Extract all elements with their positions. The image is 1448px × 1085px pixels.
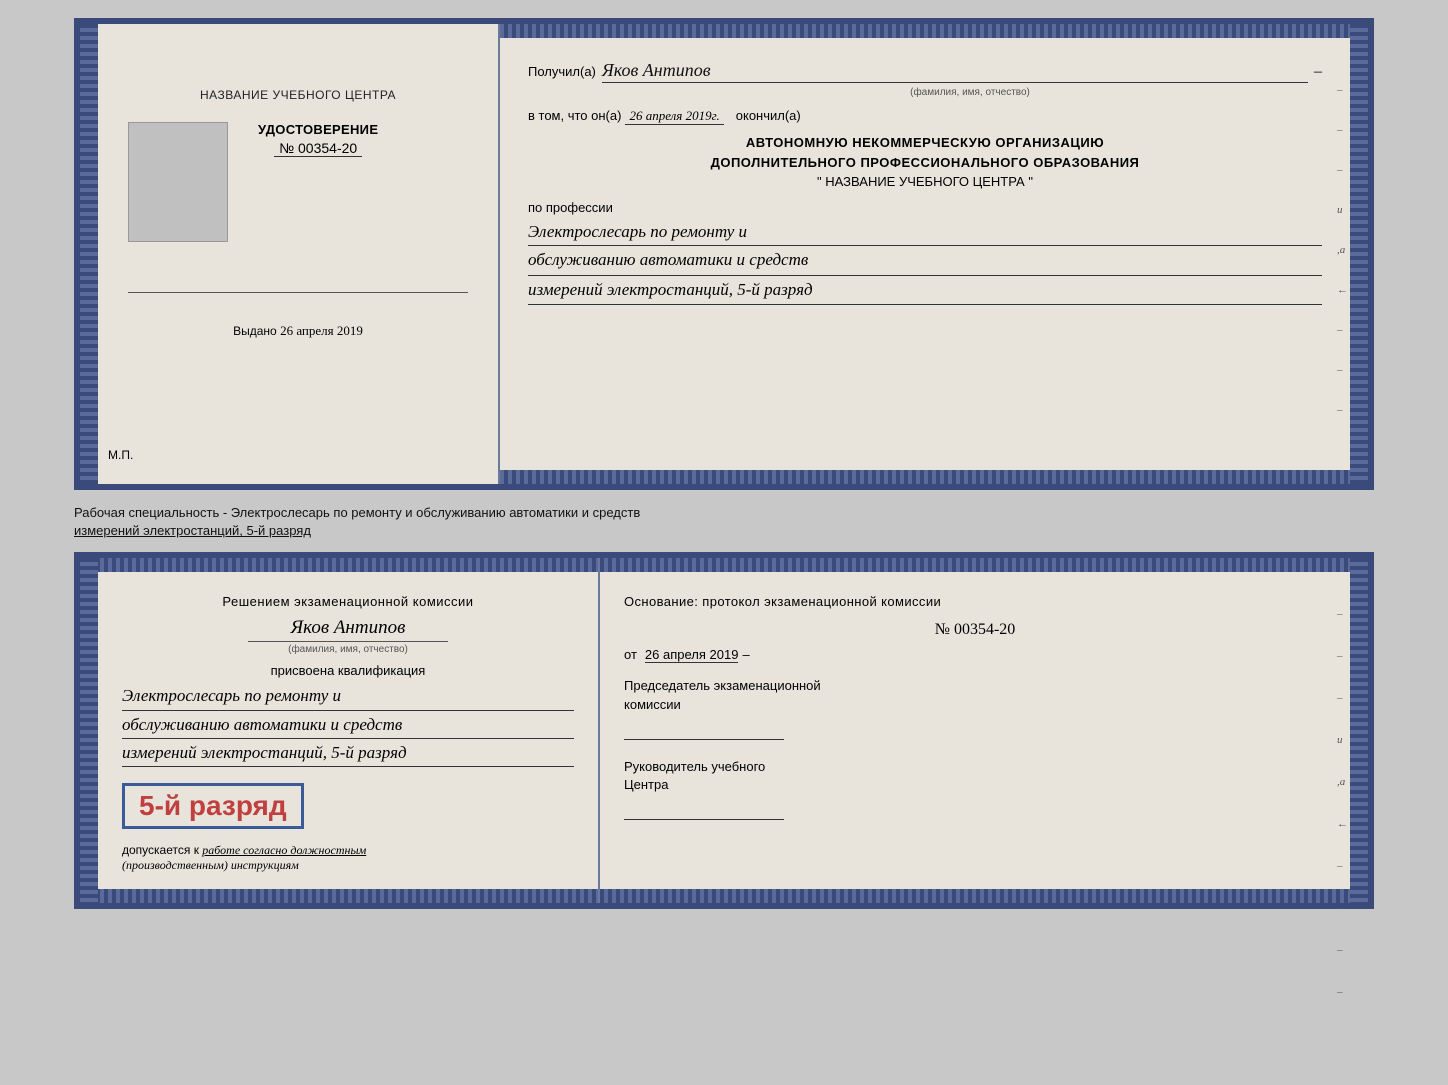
profession-line2: обслуживанию автоматики и средств xyxy=(528,246,1322,276)
name-handwritten: Яков Антипов xyxy=(122,617,574,639)
vtom-line: в том, что он(а) 26 апреля 2019г. окончи… xyxy=(528,108,1322,125)
ot-date: 26 апреля 2019 xyxy=(645,647,739,663)
razryad-badge: 5-й разряд xyxy=(122,783,304,829)
poluchil-label: Получил(а) xyxy=(528,64,596,79)
texture-right-bottom xyxy=(1350,558,1368,903)
org-line1: АВТОНОМНУЮ НЕКОММЕРЧЕСКУЮ ОРГАНИЗАЦИЮ xyxy=(528,133,1322,153)
texture-left-bottom xyxy=(80,558,98,903)
vydano-label: Выдано xyxy=(233,324,277,338)
poluchil-line: Получил(а) Яков Антипов – xyxy=(528,60,1322,83)
profession-line1: Электрослесарь по ремонту и xyxy=(528,218,1322,246)
org-block: АВТОНОМНУЮ НЕКОММЕРЧЕСКУЮ ОРГАНИЗАЦИЮ ДО… xyxy=(528,133,1322,192)
doc-left-inner: НАЗВАНИЕ УЧЕБНОГО ЦЕНТРА УДОСТОВЕРЕНИЕ №… xyxy=(118,68,478,359)
predsedatel-line2: комиссии xyxy=(624,697,681,712)
udostoverenie-title: УДОСТОВЕРЕНИЕ xyxy=(258,122,378,137)
poluchil-name: Яков Антипов xyxy=(602,60,1308,83)
photo-row: УДОСТОВЕРЕНИЕ № 00354-20 xyxy=(128,122,468,272)
vydano-line: Выдано 26 апреля 2019 xyxy=(233,303,363,339)
po-professii: по профессии xyxy=(528,200,1322,215)
qual-line3: измерений электростанций, 5-й разряд xyxy=(122,739,574,767)
rukovoditel-block: Руководитель учебного Центра xyxy=(624,758,1326,820)
rukovoditel-sign-line xyxy=(624,802,784,820)
photo-placeholder xyxy=(128,122,228,242)
bottom-document: Решением экзаменационной комиссии Яков А… xyxy=(74,552,1374,909)
rukovoditel-label: Руководитель учебного Центра xyxy=(624,758,1326,794)
vydano-date: 26 апреля 2019 xyxy=(280,323,363,338)
ot-label: от xyxy=(624,647,637,662)
side-dashes-bottom: – – – и ,а ← – – – – xyxy=(1337,608,1348,998)
osnovaniye-label: Основание: протокол экзаменационной коми… xyxy=(624,594,1326,609)
between-text-line1: Рабочая специальность - Электрослесарь п… xyxy=(74,505,640,520)
vtom-label: в том, что он(а) xyxy=(528,108,621,123)
fio-caption2: (фамилия, имя, отчество) xyxy=(248,641,448,655)
udostoverenie-number: № 00354-20 xyxy=(274,140,362,157)
vtom-date: 26 апреля 2019г. xyxy=(625,108,723,125)
side-dashes: – – – и ,а ← – – – xyxy=(1337,84,1348,416)
dopuskaetsya-line: допускается к работе согласно должностны… xyxy=(122,843,574,873)
org-line2: ДОПОЛНИТЕЛЬНОГО ПРОФЕССИОНАЛЬНОГО ОБРАЗО… xyxy=(528,153,1322,173)
predsedatel-label: Председатель экзаменационной комиссии xyxy=(624,677,1326,713)
doc-bottom-left: Решением экзаменационной комиссии Яков А… xyxy=(80,558,600,903)
ot-line: от 26 апреля 2019 – xyxy=(624,647,1326,663)
doc-bottom-right: Основание: протокол экзаменационной коми… xyxy=(600,558,1368,903)
center-name-label: НАЗВАНИЕ УЧЕБНОГО ЦЕНТРА xyxy=(200,88,396,102)
udostoverenie-block: УДОСТОВЕРЕНИЕ № 00354-20 xyxy=(258,122,378,158)
doc-bottom-left-inner: Решением экзаменационной комиссии Яков А… xyxy=(122,580,574,873)
dopuskaetsya-label: допускается к xyxy=(122,843,199,857)
doc-right-inner: Получил(а) Яков Антипов – (фамилия, имя,… xyxy=(528,46,1322,305)
doc-right-panel: Получил(а) Яков Антипов – (фамилия, имя,… xyxy=(500,24,1368,484)
dopuskaetsya-text2: (производственным) инструкциям xyxy=(122,858,299,872)
prisvoena: присвоена квалификация xyxy=(122,663,574,678)
rukovoditel-line2: Центра xyxy=(624,777,668,792)
predsedatel-sign-line xyxy=(624,722,784,740)
mp-label: М.П. xyxy=(108,448,133,462)
dash-decor: – xyxy=(1314,63,1322,81)
predsedatel-block: Председатель экзаменационной комиссии xyxy=(624,677,1326,739)
qual-line1: Электрослесарь по ремонту и xyxy=(122,682,574,710)
between-text-line2: измерений электростанций, 5-й разряд xyxy=(74,523,311,538)
rukovoditel-line1: Руководитель учебного xyxy=(624,759,765,774)
doc-bottom-right-inner: Основание: протокол экзаменационной коми… xyxy=(624,580,1326,820)
between-label: Рабочая специальность - Электрослесарь п… xyxy=(74,500,1374,542)
dash-right: – xyxy=(742,647,749,662)
protocol-number: № 00354-20 xyxy=(624,621,1326,639)
org-line3: " НАЗВАНИЕ УЧЕБНОГО ЦЕНТРА " xyxy=(528,172,1322,192)
fio-caption: (фамилия, имя, отчество) xyxy=(618,87,1322,98)
doc-left-panel: НАЗВАНИЕ УЧЕБНОГО ЦЕНТРА УДОСТОВЕРЕНИЕ №… xyxy=(80,24,500,484)
texture-right xyxy=(1350,24,1368,484)
qual-line2: обслуживанию автоматики и средств xyxy=(122,711,574,739)
okonchil-label: окончил(а) xyxy=(736,108,801,123)
predsedatel-line1: Председатель экзаменационной xyxy=(624,678,821,693)
profession-line3: измерений электростанций, 5-й разряд xyxy=(528,276,1322,306)
top-document: НАЗВАНИЕ УЧЕБНОГО ЦЕНТРА УДОСТОВЕРЕНИЕ №… xyxy=(74,18,1374,490)
resheniye-title: Решением экзаменационной комиссии xyxy=(122,594,574,609)
dopuskaetsya-text: работе согласно должностным xyxy=(202,843,366,857)
texture-left xyxy=(80,24,98,484)
